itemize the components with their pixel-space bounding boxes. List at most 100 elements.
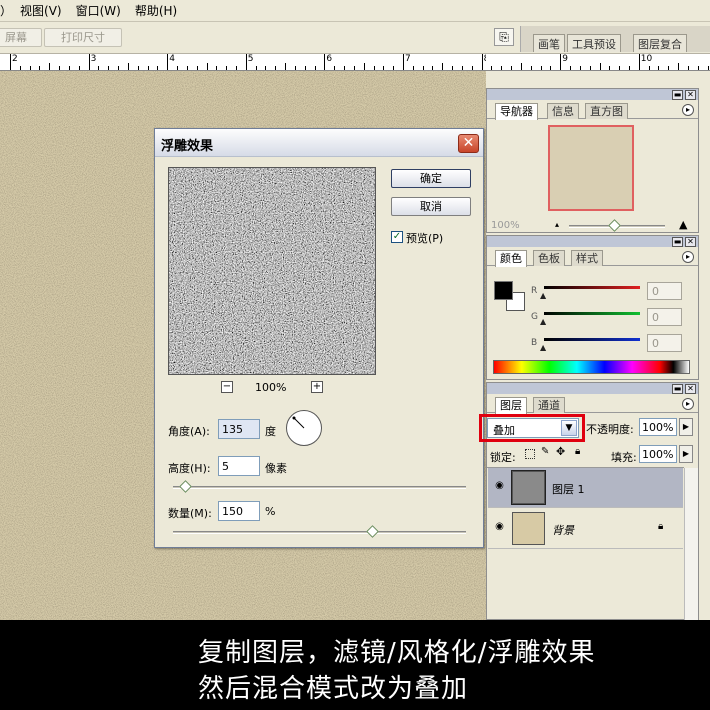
zoom-out-mountain-icon[interactable]: ▴ — [555, 220, 559, 229]
close-icon[interactable]: ✕ — [685, 384, 696, 394]
screen-button[interactable]: 屏幕 — [0, 28, 42, 47]
ruler-tick — [609, 66, 611, 70]
well-tab-tool-presets[interactable]: 工具预设 — [567, 34, 621, 52]
zoom-in-mountain-icon[interactable]: ▲ — [679, 218, 687, 231]
channel-slider[interactable] — [544, 286, 640, 289]
amount-slider-knob[interactable] — [366, 525, 380, 538]
ruler-tick — [19, 66, 21, 70]
tab-channels[interactable]: 通道 — [533, 397, 565, 413]
amount-label: 数量(M): — [168, 507, 212, 520]
minimize-icon[interactable]: ▬ — [672, 384, 683, 394]
angle-dial[interactable] — [286, 410, 322, 446]
eye-icon[interactable]: ◉ — [494, 481, 505, 492]
navigator-tabs: 导航器 信息 直方图 ▸ — [487, 101, 698, 120]
eye-icon[interactable]: ◉ — [494, 522, 505, 533]
tab-navigator[interactable]: 导航器 — [495, 103, 538, 120]
lock-all-icon[interactable]: 🔒︎ — [575, 446, 580, 457]
tab-swatches[interactable]: 色板 — [533, 250, 565, 266]
close-icon[interactable]: ✕ — [685, 90, 696, 100]
blend-mode-select[interactable]: 叠加 ▼ — [487, 418, 579, 438]
menu-item-window[interactable]: 窗口(W) — [76, 2, 121, 19]
menu-item-help[interactable]: 帮助(H) — [135, 2, 177, 19]
layers-scrollbar[interactable] — [684, 468, 698, 620]
tab-color[interactable]: 颜色 — [495, 250, 527, 267]
channel-slider-knob[interactable]: ▲ — [540, 343, 546, 352]
channel-slider[interactable] — [544, 338, 640, 341]
close-icon[interactable]: ✕ — [458, 134, 479, 153]
fill-arrow-icon[interactable]: ▶ — [679, 445, 693, 463]
channel-slider-knob[interactable]: ▲ — [540, 291, 546, 300]
palette-header[interactable]: ▬ ✕ — [487, 236, 698, 247]
palette-header[interactable]: ▬ ✕ — [487, 383, 698, 394]
ruler-label: 7 — [405, 54, 411, 64]
ruler-tick — [579, 66, 581, 70]
lock-label: 锁定: — [490, 451, 516, 464]
lock-transparency-icon[interactable] — [525, 449, 535, 459]
layers-list: ◉ 图层 1 ◉ 背景 🔒︎ — [487, 467, 698, 620]
palette-well-icon[interactable]: ⎘ — [494, 28, 514, 46]
lock-move-icon[interactable]: ✥ — [556, 445, 565, 458]
ruler-tick — [560, 54, 562, 70]
zoom-out-button[interactable]: − — [221, 381, 233, 393]
channel-value-field[interactable]: 0 — [647, 308, 682, 326]
menu-item-partial[interactable]: ） — [0, 2, 12, 19]
ruler-tick — [403, 54, 404, 70]
ruler-tick — [373, 66, 375, 70]
channel-label: R — [531, 286, 538, 296]
emboss-preview-image — [169, 168, 375, 374]
ok-button[interactable]: 确定 — [391, 169, 471, 188]
height-slider-knob[interactable] — [178, 480, 192, 493]
navigator-zoom[interactable]: 100% — [491, 220, 520, 231]
navigator-thumbnail[interactable] — [548, 125, 634, 211]
channel-slider[interactable] — [544, 312, 640, 315]
ruler-tick — [226, 66, 228, 70]
opacity-field[interactable]: 100% — [639, 418, 677, 436]
navigator-zoom-knob[interactable] — [608, 219, 621, 232]
color-spectrum-bar[interactable] — [493, 360, 690, 374]
palette-menu-icon[interactable]: ▸ — [682, 251, 694, 263]
tab-info[interactable]: 信息 — [547, 103, 579, 119]
ruler-tick — [520, 63, 522, 70]
ruler-tick — [363, 63, 365, 70]
layer-name[interactable]: 图层 1 — [552, 481, 585, 497]
foreground-color-swatch[interactable] — [494, 281, 513, 300]
layer-name[interactable]: 背景 — [552, 522, 574, 538]
channel-value-field[interactable]: 0 — [647, 282, 682, 300]
cancel-button[interactable]: 取消 — [391, 197, 471, 216]
chevron-down-icon[interactable]: ▼ — [561, 420, 577, 436]
print-size-button[interactable]: 打印尺寸 — [44, 28, 122, 47]
menu-item-view[interactable]: 视图(V) — [20, 2, 62, 19]
channel-value-field[interactable]: 0 — [647, 334, 682, 352]
amount-unit: % — [265, 505, 276, 518]
height-field[interactable]: 5 — [218, 456, 260, 476]
amount-slider[interactable] — [173, 531, 466, 534]
fill-field[interactable]: 100% — [639, 445, 677, 463]
layers-palette: ▬ ✕ 图层 通道 ▸ 叠加 ▼ 不透明度: 100% ▶ 锁定: ✎ ✥ 🔒︎ … — [479, 382, 699, 620]
tab-styles[interactable]: 样式 — [571, 250, 603, 266]
channel-label: G — [531, 312, 538, 322]
zoom-in-button[interactable]: + — [311, 381, 323, 393]
height-slider[interactable] — [173, 486, 466, 489]
channel-slider-knob[interactable]: ▲ — [540, 317, 546, 326]
close-icon[interactable]: ✕ — [685, 237, 696, 247]
minimize-icon[interactable]: ▬ — [672, 237, 683, 247]
well-tab-layer-comps[interactable]: 图层复合 — [633, 34, 687, 52]
lock-brush-icon[interactable]: ✎ — [541, 446, 549, 457]
angle-field[interactable]: 135 — [218, 419, 260, 439]
palette-header[interactable]: ▬ ✕ — [487, 89, 698, 100]
layer-row-layer1[interactable]: ◉ 图层 1 — [488, 468, 683, 508]
filter-preview[interactable] — [168, 167, 376, 375]
opacity-arrow-icon[interactable]: ▶ — [679, 418, 693, 436]
amount-field[interactable]: 150 — [218, 501, 260, 521]
tab-histogram[interactable]: 直方图 — [585, 103, 628, 119]
ruler-tick — [589, 66, 591, 70]
palette-menu-icon[interactable]: ▸ — [682, 398, 694, 410]
preview-checkbox[interactable]: ✓ — [391, 231, 403, 243]
palette-menu-icon[interactable]: ▸ — [682, 104, 694, 116]
minimize-icon[interactable]: ▬ — [672, 90, 683, 100]
height-unit: 像素 — [265, 462, 287, 475]
layer-row-background[interactable]: ◉ 背景 🔒︎ — [488, 509, 683, 549]
dialog-titlebar[interactable]: 浮雕效果 ✕ — [155, 129, 483, 157]
tab-layers[interactable]: 图层 — [495, 397, 527, 414]
well-tab-brushes[interactable]: 画笔 — [533, 34, 565, 52]
